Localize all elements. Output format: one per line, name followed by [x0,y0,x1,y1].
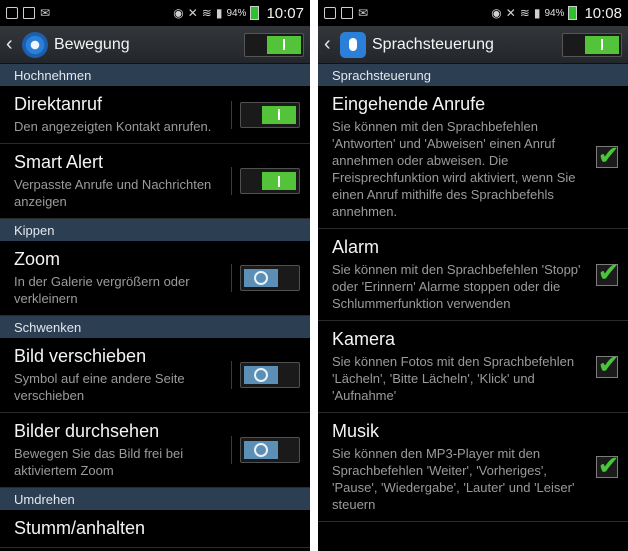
setting-description: Sie können den MP3-Player mit den Sprach… [332,446,575,512]
page-title: Sprachsteuerung [372,35,494,53]
smart-stay-eye-icon: ◉ [491,6,502,20]
status-bar: ✉ ◉ ✕ ≋ ▮ 94% 10:07 [0,0,310,26]
setting-title: Musik [332,421,380,441]
motion-master-switch[interactable] [244,32,304,57]
email-notification-icon: ✉ [358,6,369,20]
switch-thumb [244,441,278,459]
checkmark-icon: ✔ [597,449,620,480]
setting-title: Smart Alert [14,152,104,172]
back-icon[interactable]: ‹ [6,33,20,56]
setting-alarm[interactable]: Alarm Sie können mit den Sprachbefehlen … [318,229,628,321]
setting-title: Zoom [14,249,61,269]
switch-thumb [262,172,296,190]
setting-description: Bewegen Sie das Bild frei bei aktivierte… [14,446,184,478]
smart-alert-switch[interactable] [240,168,300,194]
setting-description: Sie können Fotos mit den Sprachbefehlen … [332,354,575,403]
gear-icon[interactable] [22,31,48,58]
clock: 10:08 [584,4,622,22]
email-notification-icon: ✉ [40,6,51,20]
switch-thumb [585,35,619,54]
setting-musik[interactable]: Musik Sie können den MP3-Player mit den … [318,413,628,522]
divider [231,436,232,464]
section-header-hochnehmen: Hochnehmen [0,64,310,86]
zoom-switch[interactable] [240,265,300,291]
battery-icon [568,6,578,20]
setting-bild-verschieben[interactable]: Bild verschieben Symbol auf eine andere … [0,338,310,413]
switch-thumb [244,366,278,384]
setting-stumm-anhalten[interactable]: Stumm/anhalten [0,510,310,548]
setting-description: Den angezeigten Kontakt anrufen. [14,119,212,134]
back-icon[interactable]: ‹ [324,33,338,56]
mute-icon: ✕ [505,6,516,20]
wifi-icon: ≋ [519,6,530,20]
setting-title: Alarm [332,237,380,257]
action-bar: ‹ Sprachsteuerung [318,26,628,64]
mute-icon: ✕ [187,6,198,20]
section-header-sprachsteuerung: Sprachsteuerung [318,64,628,86]
setting-title: Stumm/anhalten [14,518,146,538]
section-header-schwenken: Schwenken [0,316,310,338]
setting-title: Kamera [332,329,396,349]
clock: 10:07 [266,4,304,22]
status-bar: ✉ ◉ ✕ ≋ ▮ 94% 10:08 [318,0,628,26]
setting-description: In der Galerie vergrößern oder verkleine… [14,274,190,306]
setting-title: Bild verschieben [14,346,147,366]
microphone-icon[interactable] [340,31,366,58]
motion-settings-screen: ✉ ◉ ✕ ≋ ▮ 94% 10:07 ‹ Bewegung Hochnehme… [0,0,310,551]
checkmark-icon: ✔ [597,139,620,170]
battery-percent: 94% [544,7,565,19]
setting-direktanruf[interactable]: Direktanruf Den angezeigten Kontakt anru… [0,86,310,144]
setting-smart-alert[interactable]: Smart Alert Verpasste Anrufe und Nachric… [0,144,310,219]
setting-title: Direktanruf [14,94,103,114]
setting-eingehende-anrufe[interactable]: Eingehende Anrufe Sie können mit den Spr… [318,86,628,229]
kamera-checkbox[interactable]: ✔ [596,351,619,378]
image-notification-icon [341,7,353,19]
setting-zoom[interactable]: Zoom In der Galerie vergrößern oder verk… [0,241,310,316]
checkmark-icon: ✔ [597,349,620,379]
switch-thumb [267,35,301,54]
smart-stay-eye-icon: ◉ [173,6,184,20]
signal-icon: ▮ [215,6,223,20]
setting-description: Verpasste Anrufe und Nachrichten anzeige… [14,177,212,209]
switch-thumb [262,105,296,124]
section-header-kippen: Kippen [0,219,310,241]
voice-control-screen: ✉ ◉ ✕ ≋ ▮ 94% 10:08 ‹ Sprachsteuerung Sp… [318,0,628,551]
setting-title: Bilder durchsehen [14,421,160,441]
setting-description: Sie können mit den Sprachbefehlen 'Antwo… [332,119,576,219]
divider [231,264,232,292]
battery-percent: 94% [226,7,247,19]
image-notification-icon [23,7,35,19]
section-header-umdrehen: Umdrehen [0,488,310,510]
setting-title: Eingehende Anrufe [332,94,486,114]
setting-description: Sie können mit den Sprachbefehlen 'Stopp… [332,262,581,311]
bilder-durchsehen-switch[interactable] [240,437,300,463]
wifi-icon: ≋ [201,6,212,20]
eingehende-anrufe-checkbox[interactable]: ✔ [596,142,619,168]
setting-kamera[interactable]: Kamera Sie können Fotos mit den Sprachbe… [318,321,628,413]
bild-verschieben-switch[interactable] [240,362,300,388]
gallery-notification-icon [324,7,336,19]
voice-control-master-switch[interactable] [562,32,622,57]
divider [231,167,232,195]
checkmark-icon: ✔ [597,257,620,287]
switch-thumb [244,269,278,287]
setting-bilder-durchsehen[interactable]: Bilder durchsehen Bewegen Sie das Bild f… [0,413,310,488]
direktanruf-switch[interactable] [240,101,300,128]
setting-description: Symbol auf eine andere Seite verschieben [14,371,185,403]
alarm-checkbox[interactable]: ✔ [596,259,619,286]
action-bar: ‹ Bewegung [0,26,310,64]
battery-icon [250,6,260,20]
signal-icon: ▮ [533,6,541,20]
mic-shape [349,38,357,51]
musik-checkbox[interactable]: ✔ [596,452,619,478]
gallery-notification-icon [6,7,18,19]
divider [231,361,232,389]
page-title: Bewegung [54,35,130,53]
divider [231,100,232,129]
